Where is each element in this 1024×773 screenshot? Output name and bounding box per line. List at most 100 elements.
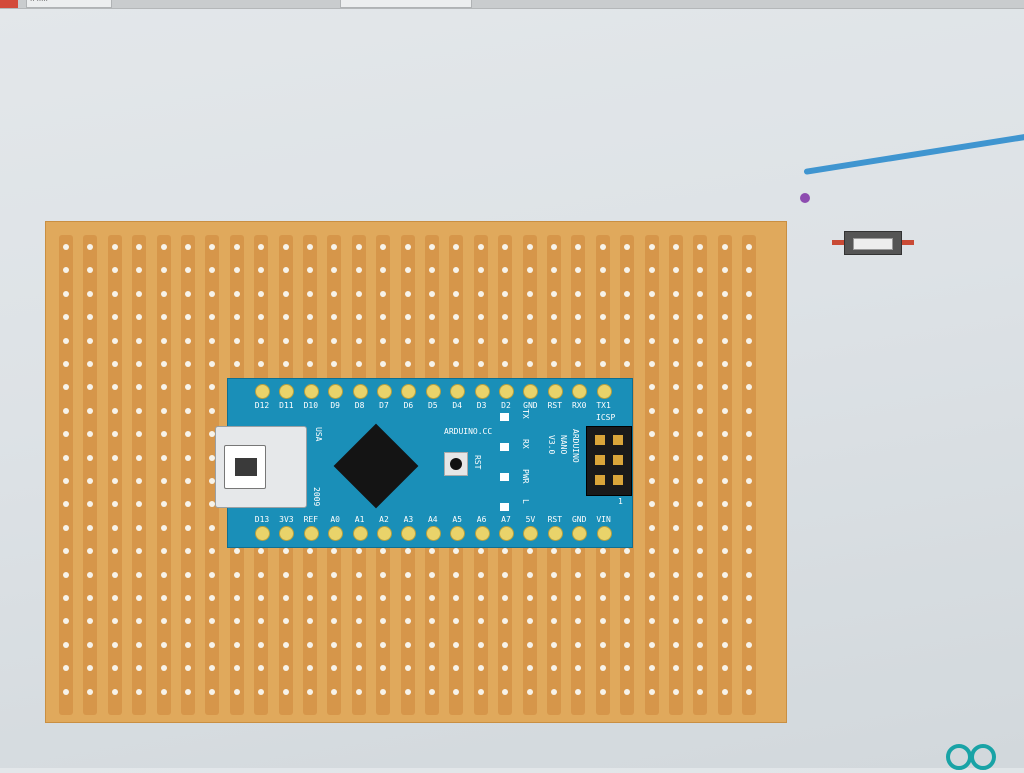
board-hole[interactable]	[136, 407, 143, 414]
board-hole[interactable]	[282, 290, 289, 297]
board-hole[interactable]	[721, 665, 728, 672]
board-hole[interactable]	[404, 571, 411, 578]
board-hole[interactable]	[136, 641, 143, 648]
board-hole[interactable]	[307, 290, 313, 297]
reset-button[interactable]	[444, 452, 468, 476]
board-hole[interactable]	[185, 337, 191, 344]
board-hole[interactable]	[111, 524, 118, 531]
board-hole[interactable]	[111, 454, 118, 461]
board-hole[interactable]	[63, 595, 69, 601]
board-hole[interactable]	[404, 314, 411, 321]
board-hole[interactable]	[380, 571, 387, 578]
board-hole[interactable]	[673, 478, 679, 484]
board-hole[interactable]	[160, 524, 167, 531]
board-hole[interactable]	[477, 665, 484, 672]
arduino-nano[interactable]: USA 2009 ARDUINO.CC RST TX RX PWR L ARDUINO…	[215, 378, 633, 548]
board-hole[interactable]	[282, 244, 289, 250]
bottom-header-pin[interactable]	[474, 526, 490, 541]
board-hole[interactable]	[307, 244, 313, 250]
board-hole[interactable]	[111, 548, 118, 555]
board-hole[interactable]	[746, 641, 753, 648]
board-hole[interactable]	[355, 665, 362, 672]
board-hole[interactable]	[429, 290, 435, 297]
board-hole[interactable]	[648, 244, 655, 250]
top-header-pin[interactable]	[547, 384, 563, 399]
board-hole[interactable]	[307, 337, 313, 344]
board-hole[interactable]	[404, 361, 411, 367]
board-hole[interactable]	[258, 571, 265, 578]
board-hole[interactable]	[477, 337, 484, 344]
board-hole[interactable]	[721, 524, 728, 531]
board-hole[interactable]	[404, 688, 411, 695]
board-hole[interactable]	[526, 314, 533, 321]
board-hole[interactable]	[282, 641, 289, 648]
board-hole[interactable]	[185, 571, 191, 578]
board-hole[interactable]	[477, 361, 484, 367]
board-hole[interactable]	[648, 361, 655, 367]
board-hole[interactable]	[599, 665, 606, 672]
board-hole[interactable]	[673, 524, 679, 531]
top-header-pin[interactable]	[401, 384, 417, 399]
board-hole[interactable]	[721, 454, 728, 461]
board-hole[interactable]	[63, 478, 69, 484]
board-hole[interactable]	[721, 431, 728, 438]
board-hole[interactable]	[404, 595, 411, 601]
board-hole[interactable]	[746, 571, 753, 578]
bottom-header-pin[interactable]	[303, 526, 319, 541]
top-header-pin[interactable]	[425, 384, 441, 399]
board-hole[interactable]	[673, 290, 679, 297]
board-hole[interactable]	[648, 431, 655, 438]
board-hole[interactable]	[63, 454, 69, 461]
board-hole[interactable]	[624, 641, 631, 648]
board-hole[interactable]	[721, 571, 728, 578]
top-header-pin[interactable]	[303, 384, 319, 399]
top-header-pin[interactable]	[450, 384, 466, 399]
bottom-header-pin[interactable]	[523, 526, 539, 541]
board-hole[interactable]	[111, 595, 118, 601]
board-hole[interactable]	[111, 407, 118, 414]
board-hole[interactable]	[648, 407, 655, 414]
board-hole[interactable]	[721, 407, 728, 414]
board-hole[interactable]	[355, 314, 362, 321]
board-hole[interactable]	[136, 524, 143, 531]
board-hole[interactable]	[477, 290, 484, 297]
board-hole[interactable]	[111, 665, 118, 672]
board-hole[interactable]	[721, 478, 728, 484]
board-hole[interactable]	[160, 407, 167, 414]
top-header-pin[interactable]	[377, 384, 392, 399]
board-hole[interactable]	[526, 665, 533, 672]
board-hole[interactable]	[185, 478, 191, 484]
board-hole[interactable]	[648, 641, 655, 648]
board-hole[interactable]	[185, 524, 191, 531]
board-hole[interactable]	[160, 665, 167, 672]
bottom-header-pin[interactable]	[499, 526, 514, 541]
board-hole[interactable]	[307, 688, 313, 695]
board-hole[interactable]	[526, 244, 533, 250]
board-hole[interactable]	[233, 688, 240, 695]
board-hole[interactable]	[746, 337, 753, 344]
board-hole[interactable]	[282, 665, 289, 672]
board-hole[interactable]	[233, 641, 240, 648]
board-hole[interactable]	[551, 290, 557, 297]
board-hole[interactable]	[624, 290, 631, 297]
board-hole[interactable]	[355, 595, 362, 601]
board-hole[interactable]	[599, 244, 606, 250]
board-hole[interactable]	[551, 641, 557, 648]
board-hole[interactable]	[429, 641, 435, 648]
board-hole[interactable]	[721, 688, 728, 695]
board-hole[interactable]	[429, 244, 435, 250]
board-hole[interactable]	[282, 595, 289, 601]
board-hole[interactable]	[63, 688, 69, 695]
board-hole[interactable]	[624, 571, 631, 578]
board-hole[interactable]	[160, 337, 167, 344]
board-hole[interactable]	[233, 337, 240, 344]
view-tab[interactable]	[340, 0, 472, 8]
board-hole[interactable]	[160, 290, 167, 297]
board-hole[interactable]	[526, 641, 533, 648]
board-hole[interactable]	[526, 595, 533, 601]
board-hole[interactable]	[477, 688, 484, 695]
app-menu-button[interactable]	[0, 0, 18, 8]
board-hole[interactable]	[648, 290, 655, 297]
board-hole[interactable]	[624, 688, 631, 695]
board-hole[interactable]	[599, 688, 606, 695]
